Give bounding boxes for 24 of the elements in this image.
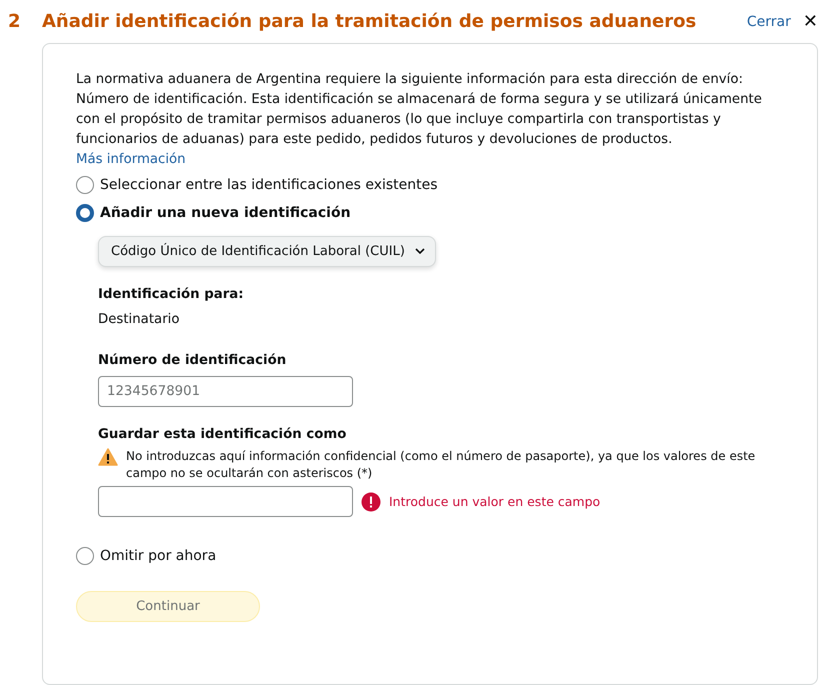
radio-option[interactable]: Seleccionar entre las identificaciones existentes	[76, 176, 784, 194]
step-number: 2	[8, 10, 22, 34]
field-label: Guardar esta identificación como	[98, 427, 348, 442]
radio-option[interactable]: Añadir una nueva identificación	[76, 204, 784, 222]
radio-icon[interactable]	[76, 204, 94, 222]
field-value: Destinatario	[98, 312, 180, 327]
save-as-field[interactable]	[98, 486, 353, 517]
customs-notice: La normativa aduanera de Argentina requiere la siguiente información para esta dirección de envío: Número de identificación. Esta identificación se almacenará de forma segura y se utilizará únicamente con el propósito de tramitar permisos aduaneros (lo que incluye compartirla con transportistas y funcionarios de aduanas) para este pedido, pedidos futuros y devoluciones de productos. Más información	[76, 71, 763, 169]
more-info-link[interactable]: Más información	[76, 152, 186, 167]
radio-option[interactable]: Omitir por ahora	[76, 547, 784, 565]
warning-icon	[98, 448, 118, 466]
error-icon	[361, 492, 381, 512]
field-label: Número de identificación	[98, 353, 288, 368]
radio-icon[interactable]	[76, 176, 94, 194]
field-label: Identificación para:	[98, 287, 245, 302]
error-message: Introduce un valor en este campo	[389, 494, 600, 509]
radio-icon[interactable]	[76, 547, 94, 565]
id-number-field[interactable]: 12345678901	[98, 376, 353, 407]
close-icon[interactable]: ✕	[802, 10, 818, 34]
id-type-dropdown[interactable]: Código Único de Identificación Laboral (CUIL)	[98, 236, 436, 267]
chevron-down-icon	[414, 248, 425, 255]
close-link[interactable]: Cerrar	[746, 10, 791, 34]
warning-text: No introduzcas aquí información confidencial (como el número de pasaporte), ya que los valores de este campo no se ocultarán con asteriscos (*)	[126, 448, 756, 482]
section-title: Añadir identificación para la tramitación de permisos aduaneros	[42, 10, 698, 34]
